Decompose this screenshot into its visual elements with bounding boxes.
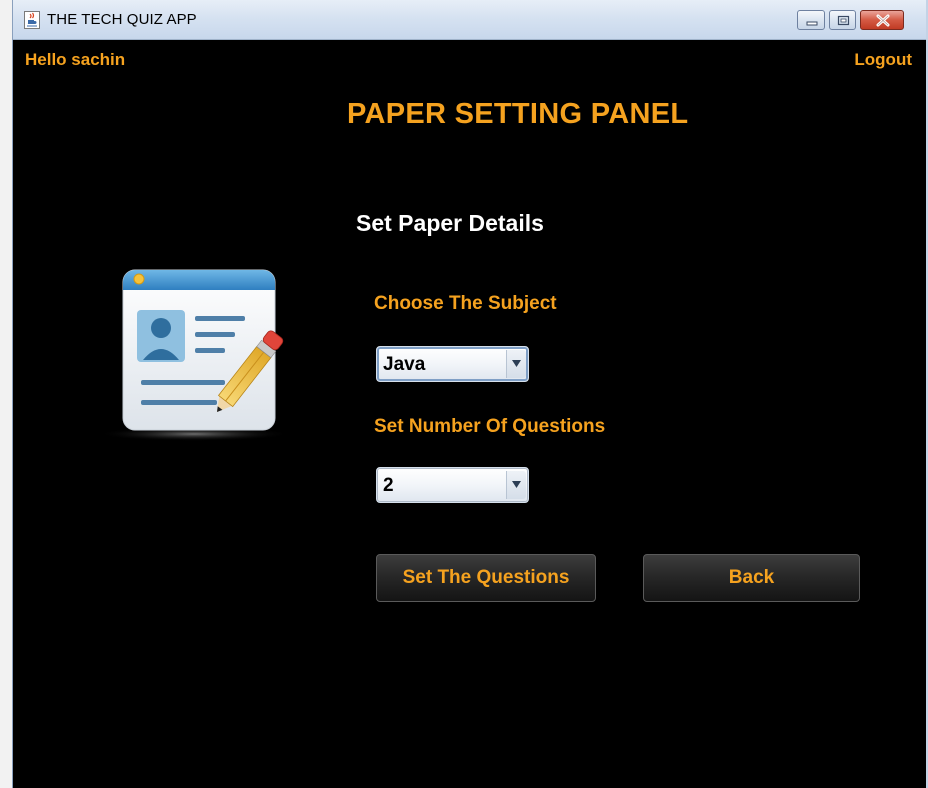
title-bar[interactable]: THE TECH QUIZ APP (13, 0, 926, 40)
close-icon (876, 14, 890, 27)
paper-setting-panel: Hello sachin Logout PAPER SETTING PANEL … (13, 40, 926, 788)
subject-dropdown[interactable]: Java (376, 346, 529, 382)
profile-card-pencil-icon (97, 262, 297, 447)
window-title: THE TECH QUIZ APP (47, 11, 197, 28)
maximize-button[interactable] (829, 10, 856, 30)
question-count-label: Set Number Of Questions (374, 416, 606, 437)
subject-dropdown-arrow[interactable] (506, 350, 526, 378)
minimize-icon (806, 21, 818, 26)
restore-icon (837, 15, 850, 26)
chevron-down-icon (512, 481, 521, 488)
logout-link[interactable]: Logout (854, 50, 912, 70)
back-button[interactable]: Back (643, 554, 860, 602)
chevron-down-icon (512, 360, 521, 367)
question-count-dropdown[interactable]: 2 (376, 467, 529, 503)
section-heading: Set Paper Details (356, 210, 544, 236)
java-cup-icon (24, 11, 40, 29)
subject-selected-value: Java (383, 354, 426, 375)
question-count-selected-value: 2 (383, 475, 394, 496)
app-window: THE TECH QUIZ APP Hello sachin Logout PA… (12, 0, 928, 788)
question-count-dropdown-arrow[interactable] (506, 471, 526, 499)
subject-label: Choose The Subject (374, 293, 557, 314)
greeting-text: Hello sachin (25, 50, 126, 69)
minimize-button[interactable] (797, 10, 825, 30)
page-title: PAPER SETTING PANEL (347, 98, 689, 130)
close-button[interactable] (860, 10, 904, 30)
set-questions-button[interactable]: Set The Questions (376, 554, 596, 602)
